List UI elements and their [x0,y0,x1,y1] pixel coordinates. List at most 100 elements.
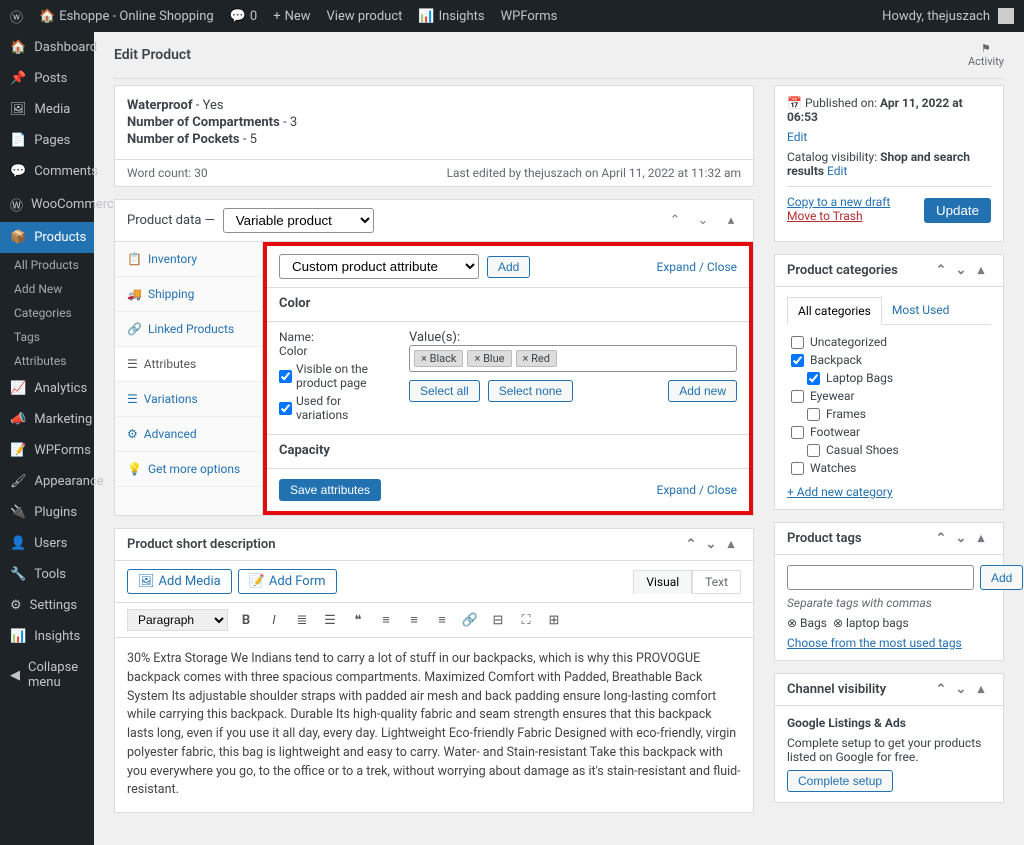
used-variations-checkbox[interactable] [279,402,292,415]
chevron-down-icon[interactable]: ⌄ [951,682,971,697]
fullscreen-icon[interactable]: ⛶ [516,610,536,630]
toolbar-toggle-icon[interactable]: ⊞ [544,610,564,630]
sidebar-item-appearance[interactable]: 🖌Appearance [0,466,94,497]
comments-link[interactable]: 💬 0 [230,9,258,24]
chevron-up-icon[interactable]: ⌃ [931,531,951,546]
tag-black[interactable]: × Black [414,350,463,367]
bold-icon[interactable]: B [236,610,256,630]
chevron-down-icon[interactable]: ⌄ [951,263,971,278]
chevron-down-icon[interactable]: ⌄ [701,537,721,552]
save-attributes-button[interactable]: Save attributes [279,479,381,501]
update-button[interactable]: Update [924,198,991,223]
chevron-down-icon[interactable]: ⌄ [693,213,713,228]
add-tag-button[interactable]: Add [980,565,1023,590]
sidebar-sub-attributes[interactable]: Attributes [0,349,94,373]
add-media-button[interactable]: 🖼Add Media [127,569,232,594]
sidebar-sub-categories[interactable]: Categories [0,301,94,325]
sidebar-collapse[interactable]: ◀Collapse menu [0,652,94,698]
site-link[interactable]: 🏠 Eshoppe - Online Shopping [39,9,214,24]
chevron-up-icon[interactable]: ⌃ [665,213,685,228]
short-description-textarea[interactable]: 30% Extra Storage We Indians tend to car… [115,638,753,812]
tag-red[interactable]: × Red [516,350,557,367]
select-none-button[interactable]: Select none [488,380,573,402]
sidebar-sub-all-products[interactable]: All Products [0,253,94,277]
cat-checkbox[interactable] [791,462,804,475]
visual-tab[interactable]: Visual [633,570,692,594]
tab-get-more[interactable]: 💡Get more options [115,452,262,487]
tab-shipping[interactable]: 🚚Shipping [115,277,262,312]
edit-visibility-link[interactable]: Edit [827,164,847,178]
complete-setup-button[interactable]: Complete setup [787,770,893,792]
caret-toggle-icon[interactable]: ▴ [721,213,741,228]
tab-advanced[interactable]: ⚙Advanced [115,417,262,452]
sidebar-item-tools[interactable]: 🔧Tools [0,559,94,590]
cat-checkbox[interactable] [807,372,820,385]
sidebar-item-marketing[interactable]: 📣Marketing [0,404,94,435]
activity-link[interactable]: ⚑ Activity [968,42,1004,68]
wpforms-link[interactable]: WPForms [501,9,558,24]
sidebar-item-wpforms[interactable]: 📝WPForms [0,435,94,466]
tag-blue[interactable]: × Blue [467,350,511,367]
values-input[interactable]: × Black × Blue × Red [409,345,737,372]
remove-tag-icon[interactable]: ⊗ [833,616,843,630]
number-list-icon[interactable]: ☰ [320,610,340,630]
caret-toggle-icon[interactable]: ▴ [721,537,741,552]
sidebar-item-settings[interactable]: ⚙Settings [0,590,94,621]
link-icon[interactable]: 🔗 [460,610,480,630]
sidebar-sub-add-new[interactable]: Add New [0,277,94,301]
tab-inventory[interactable]: 📋Inventory [115,242,262,277]
format-select[interactable]: Paragraph [127,609,228,631]
expand-close-link[interactable]: Expand / Close [657,260,737,274]
quote-icon[interactable]: ❝ [348,610,368,630]
text-tab[interactable]: Text [692,570,741,594]
cat-checkbox[interactable] [807,444,820,457]
all-categories-tab[interactable]: All categories [787,297,882,325]
new-link[interactable]: + New [273,9,310,24]
sidebar-sub-tags[interactable]: Tags [0,325,94,349]
add-new-category-link[interactable]: + Add new category [787,485,893,499]
tab-linked-products[interactable]: 🔗Linked Products [115,312,262,347]
sidebar-item-products[interactable]: 📦Products [0,222,94,253]
attribute-capacity-title[interactable]: Capacity [279,443,737,458]
remove-tag-icon[interactable]: ⊗ [787,616,797,630]
caret-toggle-icon[interactable]: ▴ [971,263,991,278]
add-new-value-button[interactable]: Add new [668,380,737,402]
howdy-text[interactable]: Howdy, thejuszach [882,9,990,24]
choose-tags-link[interactable]: Choose from the most used tags [787,636,962,650]
align-left-icon[interactable]: ≡ [376,610,396,630]
move-trash-link[interactable]: Move to Trash [787,209,863,223]
italic-icon[interactable]: I [264,610,284,630]
insights-link[interactable]: 📊 Insights [418,9,484,24]
cat-checkbox[interactable] [807,408,820,421]
chevron-up-icon[interactable]: ⌃ [681,537,701,552]
chevron-up-icon[interactable]: ⌃ [931,263,951,278]
add-form-button[interactable]: 📝Add Form [238,569,337,594]
view-product-link[interactable]: View product [327,9,403,24]
cat-checkbox[interactable] [791,426,804,439]
select-all-button[interactable]: Select all [409,380,480,402]
cat-checkbox[interactable] [791,336,804,349]
align-center-icon[interactable]: ≡ [404,610,424,630]
product-type-select[interactable]: Variable product [223,208,374,233]
attribute-type-select[interactable]: Custom product attribute [279,254,479,279]
cat-checkbox[interactable] [791,390,804,403]
cat-checkbox[interactable] [791,354,804,367]
tags-input[interactable] [787,565,974,590]
sidebar-item-pages[interactable]: 📄Pages [0,125,94,156]
chevron-up-icon[interactable]: ⌃ [931,682,951,697]
edit-date-link[interactable]: Edit [787,130,807,144]
readmore-icon[interactable]: ⊟ [488,610,508,630]
align-right-icon[interactable]: ≡ [432,610,452,630]
bullet-list-icon[interactable]: ≣ [292,610,312,630]
tab-variations[interactable]: ☰Variations [115,382,262,417]
sidebar-item-woocommerce[interactable]: ⓌWooCommerce [0,187,94,222]
sidebar-item-media[interactable]: 🖼Media [0,94,94,125]
tab-attributes[interactable]: ☰Attributes [115,347,262,382]
chevron-down-icon[interactable]: ⌄ [951,531,971,546]
most-used-tab[interactable]: Most Used [882,297,960,324]
sidebar-item-users[interactable]: 👤Users [0,528,94,559]
caret-toggle-icon[interactable]: ▴ [971,531,991,546]
wp-logo[interactable]: ⓦ [10,7,23,26]
copy-draft-link[interactable]: Copy to a new draft [787,195,890,209]
sidebar-item-insights[interactable]: 📊Insights [0,621,94,652]
